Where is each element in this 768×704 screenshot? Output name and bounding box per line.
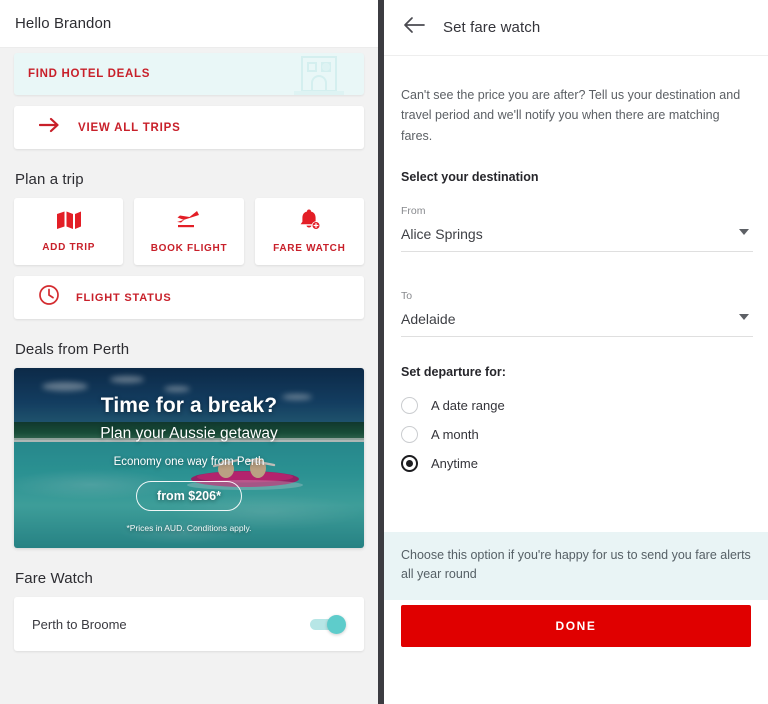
fare-watch-route-label: Perth to Broome [32, 616, 127, 632]
promo-description: Economy one way from Perth [113, 456, 265, 468]
promo-price-pill[interactable]: from $206* [136, 481, 242, 511]
bell-plus-icon [297, 209, 321, 236]
promo-text-block: Time for a break? Plan your Aussie getaw… [14, 368, 364, 548]
promo-subhead: Plan your Aussie getaway [100, 425, 278, 442]
done-button[interactable]: DONE [401, 605, 751, 647]
chevron-down-icon[interactable] [739, 228, 749, 235]
view-all-trips-card[interactable]: VIEW ALL TRIPS [14, 106, 364, 149]
fare-watch-row[interactable]: Perth to Broome [14, 597, 364, 651]
find-hotel-deals-label: FIND HOTEL DEALS [28, 68, 151, 80]
radio-option-anytime-label: Anytime [431, 455, 478, 471]
hotel-building-icon [288, 55, 350, 95]
radio-icon[interactable] [401, 396, 418, 414]
select-destination-label: Select your destination [401, 169, 539, 184]
promo-headline: Time for a break? [100, 394, 278, 417]
flight-status-label: FLIGHT STATUS [76, 291, 172, 304]
set-fare-watch-panel: Set fare watch Can't see the price you a… [384, 0, 768, 704]
from-field[interactable]: From Alice Springs [401, 205, 753, 252]
tile-book-flight-label: BOOK FLIGHT [150, 243, 228, 254]
radio-option-anytime[interactable]: Anytime [401, 449, 751, 478]
departure-options: A date range A month Anytime [401, 391, 751, 478]
promo-fine-print: *Prices in AUD. Conditions apply. [126, 523, 252, 533]
tile-fare-watch-label: FARE WATCH [273, 243, 346, 254]
home-scroll-content: FIND HOTEL DEALS VIEW ALL TRIPS Plan a t… [0, 53, 378, 651]
done-button-wrap: DONE [401, 605, 751, 647]
tile-book-flight[interactable]: BOOK FLIGHT [134, 198, 244, 265]
arrow-left-icon[interactable] [403, 16, 425, 39]
to-field-value: Adelaide [401, 310, 456, 327]
fare-watch-title: Fare Watch [15, 570, 93, 587]
radio-option-month[interactable]: A month [401, 420, 751, 449]
set-departure-label: Set departure for: [401, 364, 506, 379]
chevron-down-icon[interactable] [739, 313, 749, 320]
clock-icon [38, 284, 60, 311]
tile-fare-watch[interactable]: FARE WATCH [254, 198, 364, 265]
to-field-label: To [401, 289, 413, 302]
intro-text: Can't see the price you are after? Tell … [401, 88, 741, 143]
greeting-text: Hello Brandon [15, 15, 112, 32]
radio-icon[interactable] [401, 425, 418, 443]
arrow-right-icon [38, 117, 61, 138]
from-field-value: Alice Springs [401, 225, 483, 242]
find-hotel-deals-card[interactable]: FIND HOTEL DEALS [14, 53, 364, 95]
fare-watch-toggle[interactable] [310, 614, 346, 634]
airplane-icon [175, 209, 203, 236]
to-field[interactable]: To Adelaide [401, 290, 753, 337]
tile-add-trip[interactable]: ADD TRIP [14, 198, 124, 265]
app-screen: Hello Brandon FIND HOTEL DEALS VIEW ALL … [0, 0, 768, 704]
info-note-box: Choose this option if you're happy for u… [384, 532, 768, 600]
home-panel: Hello Brandon FIND HOTEL DEALS VIEW ALL … [0, 0, 378, 704]
map-icon [56, 210, 82, 235]
panel-divider [378, 0, 384, 704]
view-all-trips-label: VIEW ALL TRIPS [78, 121, 181, 134]
toggle-knob [327, 614, 346, 634]
radio-option-date-range-label: A date range [431, 397, 505, 413]
home-header: Hello Brandon [0, 0, 378, 48]
fare-watch-header: Set fare watch [384, 0, 768, 56]
radio-option-month-label: A month [431, 426, 479, 442]
plan-a-trip-title: Plan a trip [15, 171, 84, 188]
radio-option-date-range[interactable]: A date range [401, 391, 751, 420]
from-field-label: From [401, 204, 426, 217]
fare-watch-form: Can't see the price you are after? Tell … [384, 85, 768, 478]
deals-title: Deals from Perth [15, 341, 130, 358]
plan-a-trip-tiles: ADD TRIP BOOK FLIGHT FARE WATCH [14, 198, 364, 265]
tile-add-trip-label: ADD TRIP [42, 242, 96, 253]
fare-watch-title-text: Set fare watch [443, 19, 541, 36]
radio-icon-selected[interactable] [401, 454, 418, 472]
info-note-text: Choose this option if you're happy for u… [401, 548, 751, 582]
promo-card[interactable]: Time for a break? Plan your Aussie getaw… [14, 368, 364, 548]
flight-status-card[interactable]: FLIGHT STATUS [14, 276, 364, 319]
